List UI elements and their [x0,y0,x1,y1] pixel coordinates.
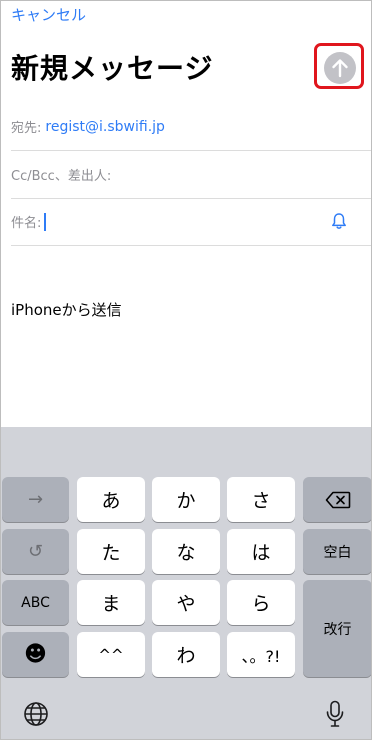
subject-field[interactable]: 件名: [11,198,371,246]
cc-bcc-field[interactable]: Cc/Bcc、差出人: [11,151,371,199]
kana-key-sa[interactable]: さ [227,477,295,522]
space-key[interactable]: 空白 [303,529,371,574]
to-label: 宛先: [11,121,42,136]
mail-compose-screen: キャンセル 新規メッセージ 宛先: regist@i.sbwifi.jp Cc/… [0,0,372,740]
return-key[interactable]: 改行 [303,580,371,677]
page-title: 新規メッセージ [11,52,214,85]
kana-key-ya[interactable]: や [152,580,220,625]
to-field[interactable]: 宛先: regist@i.sbwifi.jp [11,103,371,151]
kana-key-a[interactable]: あ [77,477,145,522]
emoji-icon: ☻ [24,642,47,667]
globe-icon[interactable] [21,699,51,729]
delete-key[interactable] [303,477,371,522]
microphone-icon[interactable] [321,698,349,730]
backspace-icon [325,491,350,508]
punctuation-key[interactable]: 、。?! [227,632,295,677]
undo-key[interactable]: ↺ [2,529,69,574]
kana-key-ha[interactable]: は [227,529,295,574]
message-body-signature[interactable]: iPhoneから送信 [11,299,122,320]
to-recipient[interactable]: regist@i.sbwifi.jp [45,119,165,135]
dakuten-key[interactable]: ^^ [77,632,145,677]
send-button[interactable] [324,52,356,84]
subject-label: 件名: [11,216,42,231]
text-cursor [44,212,46,231]
next-candidate-key[interactable]: → [2,477,69,522]
kana-key-na[interactable]: な [152,529,220,574]
japanese-kana-keyboard: → あ か さ ↺ た な は 空白 ABC ま や ら 改行 ☻ ^^ わ 、… [1,427,371,739]
cancel-button[interactable]: キャンセル [11,4,86,25]
kana-key-ta[interactable]: た [77,529,145,574]
bell-icon[interactable] [331,212,347,234]
kana-key-ra[interactable]: ら [227,580,295,625]
cc-bcc-label: Cc/Bcc、差出人: [11,169,112,184]
emoji-key[interactable]: ☻ [2,632,69,677]
kana-key-wa[interactable]: わ [152,632,220,677]
kana-key-ma[interactable]: ま [77,580,145,625]
abc-key[interactable]: ABC [2,580,69,625]
arrow-up-icon [332,59,348,78]
kana-key-ka[interactable]: か [152,477,220,522]
